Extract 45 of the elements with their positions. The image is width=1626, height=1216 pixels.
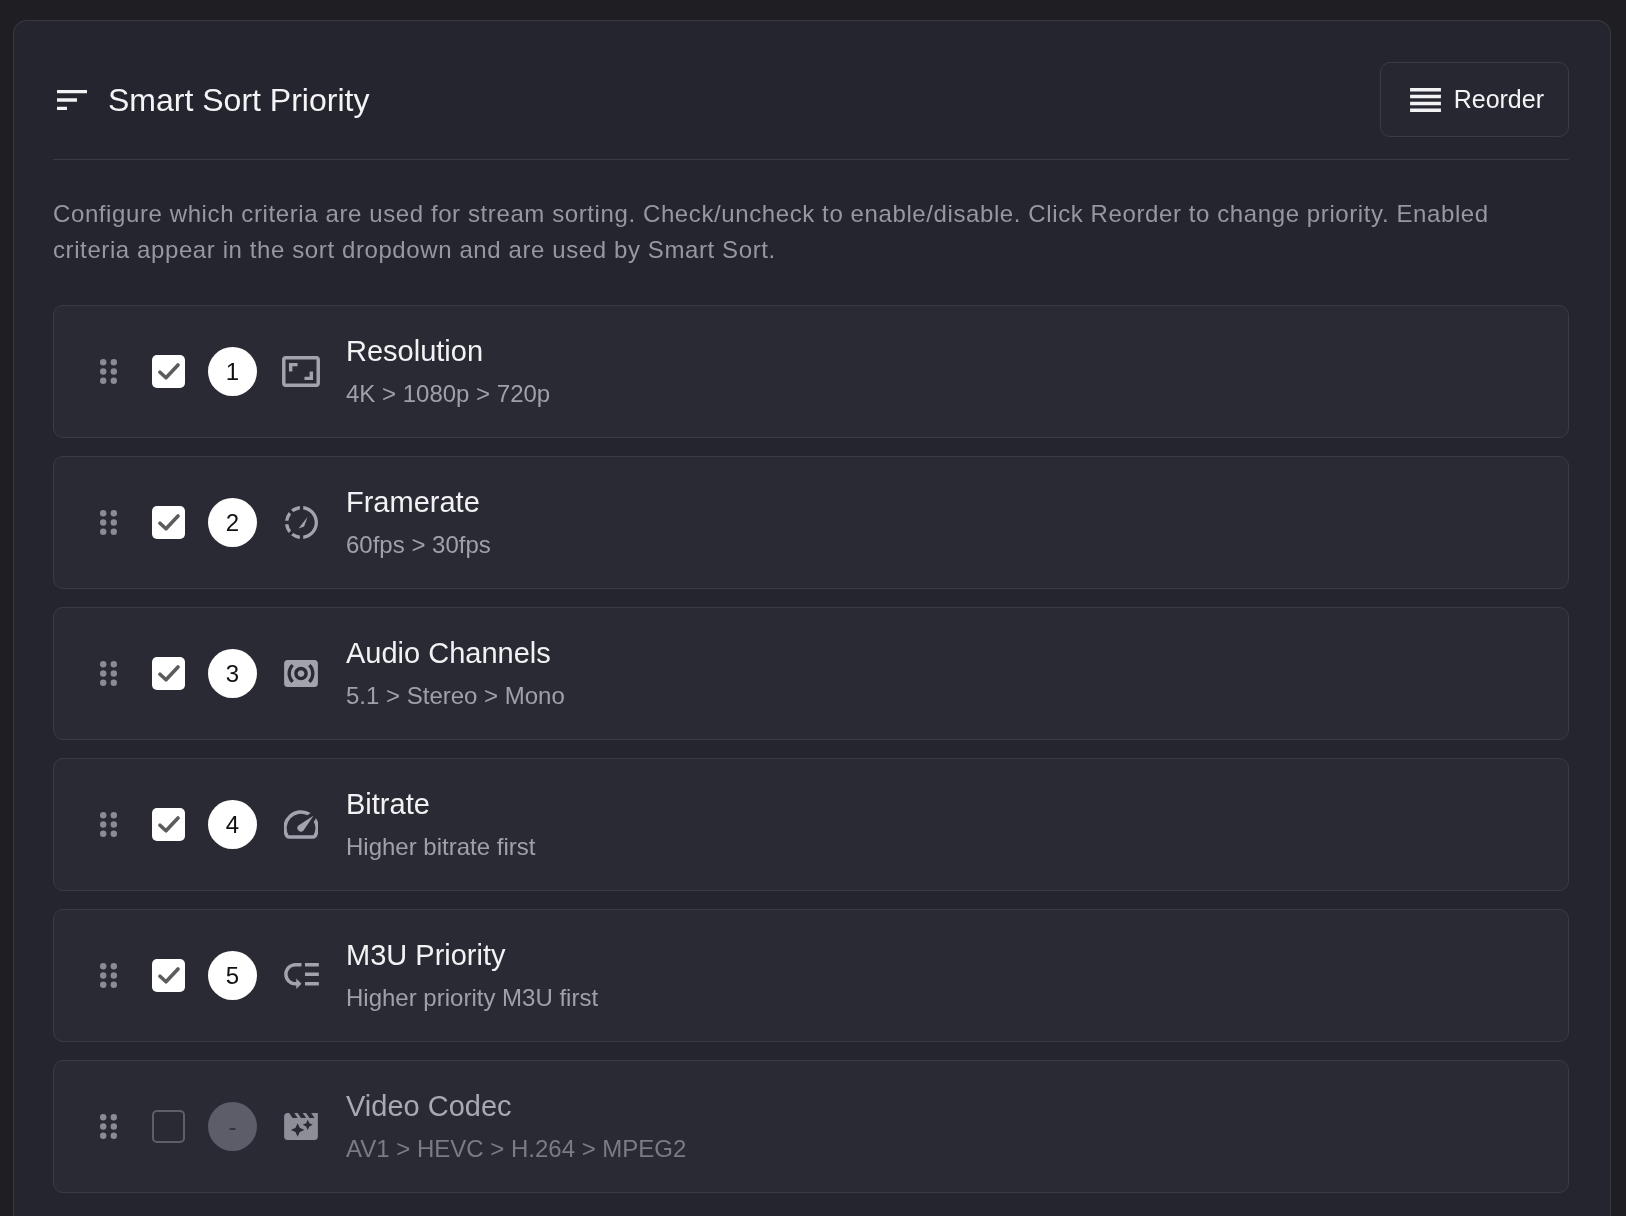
criterion-title: Audio Channels — [346, 636, 551, 671]
priority-number: 4 — [208, 800, 257, 849]
drag-handle-icon[interactable] — [100, 1114, 117, 1139]
criterion-title: Video Codec — [346, 1089, 512, 1124]
section-title: Smart Sort Priority — [108, 80, 370, 120]
priority-number: 3 — [208, 649, 257, 698]
criterion-title: Bitrate — [346, 787, 430, 822]
criterion-title: Framerate — [346, 485, 480, 520]
criterion-detail: Higher priority M3U first — [346, 983, 599, 1013]
aspect-frame-icon — [282, 356, 320, 387]
drag-handle-icon[interactable] — [100, 510, 117, 535]
criterion-detail: Higher bitrate first — [346, 832, 536, 862]
check-icon — [157, 514, 180, 531]
curved-arrow-list-icon — [283, 962, 319, 989]
criterion-title: Resolution — [346, 334, 484, 369]
drag-handle-icon[interactable] — [100, 963, 117, 988]
clapperboard-icon — [284, 1113, 318, 1140]
checkbox[interactable] — [152, 1110, 185, 1143]
reorder-icon — [1409, 87, 1441, 112]
checkbox[interactable] — [152, 657, 185, 690]
description-text: Configure which criteria are used for stream sorting. Check/uncheck to enable/disable. Click Reorder to change priority. Enabled criteria appear in the sort dropdown and are used by Smart Sort. — [53, 199, 1490, 265]
speaker-icon — [284, 660, 318, 687]
check-icon — [157, 665, 180, 682]
priority-number: 5 — [208, 951, 257, 1000]
priority-number: 1 — [208, 347, 257, 396]
checkbox[interactable] — [152, 506, 185, 539]
check-icon — [157, 967, 180, 984]
checkbox[interactable] — [152, 355, 185, 388]
sort-icon — [57, 89, 87, 110]
reorder-button[interactable]: Reorder — [1379, 62, 1569, 137]
drag-handle-icon[interactable] — [100, 661, 117, 686]
criterion-detail: AV1 > HEVC > H.264 > MPEG2 — [346, 1134, 687, 1164]
criterion-detail: 60fps > 30fps — [346, 530, 491, 560]
drag-handle-icon[interactable] — [100, 359, 117, 384]
check-icon — [157, 363, 180, 380]
checkbox[interactable] — [152, 959, 185, 992]
check-icon — [157, 816, 180, 833]
checkbox[interactable] — [152, 808, 185, 841]
priority-number: 2 — [208, 498, 257, 547]
criterion-detail: 4K > 1080p > 720p — [346, 379, 551, 409]
criterion-title: M3U Priority — [346, 938, 506, 973]
drag-handle-icon[interactable] — [100, 812, 117, 837]
priority-number: - — [208, 1102, 257, 1151]
criterion-detail: 5.1 > Stereo > Mono — [346, 681, 565, 711]
gauge-icon — [284, 810, 318, 839]
